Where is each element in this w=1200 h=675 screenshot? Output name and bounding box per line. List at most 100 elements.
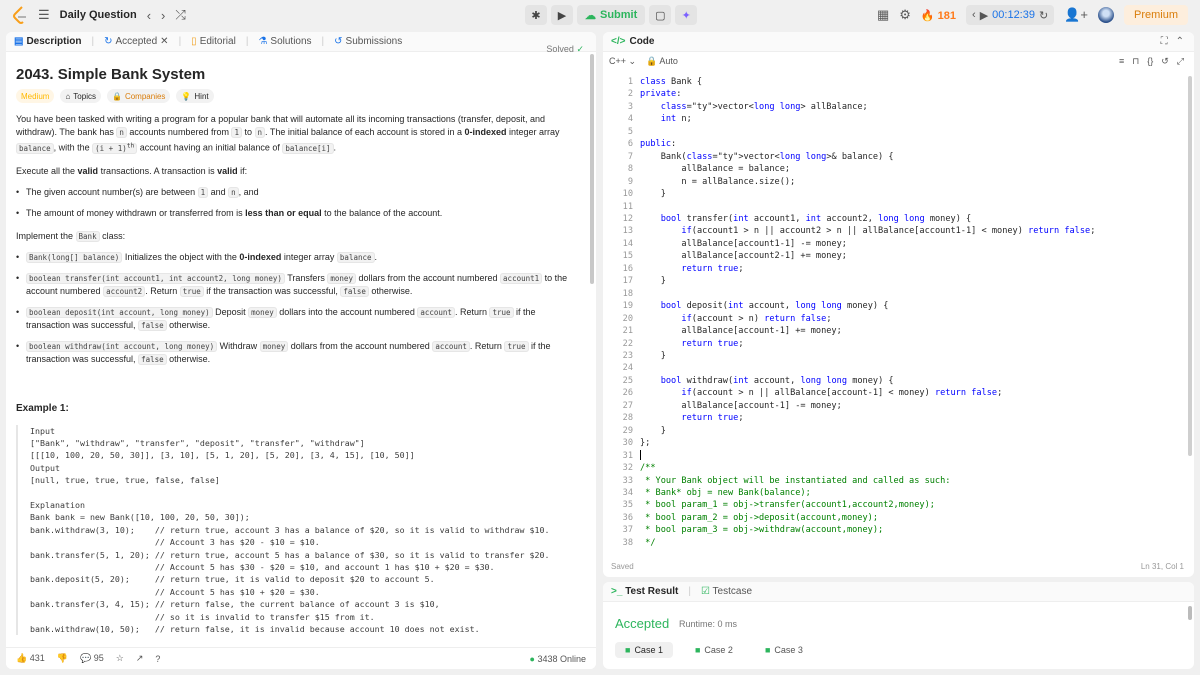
code-line[interactable]: allBalance[account2-1] += money; [640,250,1095,262]
code-line[interactable]: ​ [640,201,1095,213]
run-button[interactable]: ▶ [551,5,573,25]
debug-icon[interactable]: ✱ [525,5,547,25]
premium-button[interactable]: Premium [1123,5,1188,25]
code-line[interactable]: * bool param_3 = obj->withdraw(account,m… [640,524,1095,536]
code-line[interactable]: n = allBalance.size(); [640,176,1095,188]
code-line[interactable]: public: [640,138,1095,150]
tab-solutions[interactable]: ⚗ Solutions [258,36,311,47]
code-line[interactable]: private: [640,88,1095,100]
tab-test-result[interactable]: >_ Test Result [611,586,678,597]
reset-icon[interactable]: ↺ [1161,56,1169,67]
code-line[interactable]: } [640,350,1095,362]
test-scrollbar[interactable] [1188,606,1192,620]
braces-icon[interactable]: {} [1147,56,1153,67]
notes-icon[interactable]: ▢ [649,5,672,25]
code-line[interactable]: bool deposit(int account, long long mone… [640,300,1095,312]
problem-list-icon[interactable]: ☰ [38,7,50,23]
collapse-icon[interactable]: ⌃ [1176,36,1184,47]
format-icon[interactable]: ≡ [1119,56,1124,67]
chevron-down-icon: ⌄ [628,55,637,66]
bookmark-icon[interactable]: ⊓ [1132,56,1139,67]
tab-description[interactable]: ▤ Description [14,36,81,47]
fullscreen-icon[interactable]: ⤢ [1177,56,1184,67]
problem-description: 2043. Simple Bank System Medium ⌂ Topics … [16,60,582,636]
code-line[interactable]: * Your Bank object will be instantiated … [640,475,1095,487]
code-lines[interactable]: class Bank {private: class="ty">vector<l… [640,76,1095,549]
star-icon[interactable]: ☆ [116,653,124,664]
code-line[interactable]: */ [640,537,1095,549]
description-scrollbar[interactable] [590,54,594,284]
hint-tag[interactable]: 💡 Hint [176,89,214,103]
code-line[interactable]: * bool param_2 = obj->deposit(account,mo… [640,512,1095,524]
code-line[interactable] [640,450,1095,462]
code-line[interactable]: ​ [640,126,1095,138]
tab-accepted[interactable]: ↻ Accepted ✕ [104,36,168,47]
timer-play-icon[interactable]: ▶ [980,9,988,22]
problem-title[interactable]: 2043. Simple Bank System [16,67,582,82]
code-line[interactable]: ​ [640,362,1095,374]
share-icon[interactable]: ↗ [136,653,144,664]
layout-icon[interactable]: ▦ [877,7,889,23]
dislike-icon[interactable]: 👎 [57,653,68,664]
timer-reset-icon[interactable]: ↻ [1039,9,1048,22]
leetcode-logo-icon[interactable] [12,6,28,24]
case-tab-1[interactable]: ■ Case 1 [615,642,673,658]
companies-tag[interactable]: 🔒 Companies [106,89,171,103]
left-tabs: ▤ Description | ↻ Accepted ✕ | ▯ Editorial |… [6,32,596,52]
code-line[interactable]: bool transfer(int account1, int account2… [640,213,1095,225]
avatar[interactable] [1097,7,1114,23]
ai-sparkle-icon[interactable]: ✦ [675,5,698,25]
close-tab-icon[interactable]: ✕ [160,36,168,47]
tab-submissions[interactable]: ↺ Submissions [334,36,402,47]
line-number: 37 [622,525,633,536]
code-line[interactable]: int n; [640,113,1095,125]
code-line[interactable]: if(account1 > n || account2 > n || allBa… [640,225,1095,237]
code-line[interactable]: }; [640,437,1095,449]
line-number: 36 [622,512,633,523]
streak-counter[interactable]: 🔥 181 [921,9,956,22]
timer-collapse-icon[interactable]: ‹ [972,9,976,21]
case-tab-3[interactable]: ■ Case 3 [755,642,813,658]
auto-mode[interactable]: 🔒 Auto [646,56,678,67]
code-line[interactable]: Bank(class="ty">vector<long long>& balan… [640,151,1095,163]
code-line[interactable]: if(account > n || allBalance[account-1] … [640,387,1095,399]
code-line[interactable]: return true; [640,263,1095,275]
code-line[interactable]: class="ty">vector<long long> allBalance; [640,101,1095,113]
code-line[interactable]: return true; [640,412,1095,424]
like-button[interactable]: 👍 431 [16,653,45,664]
case-tab-2[interactable]: ■ Case 2 [685,642,743,658]
code-line[interactable]: return true; [640,338,1095,350]
code-line[interactable]: allBalance[account-1] += money; [640,325,1095,337]
code-line[interactable]: /** [640,462,1095,474]
code-line[interactable]: bool withdraw(int account, long long mon… [640,375,1095,387]
prev-problem-icon[interactable]: ‹ [147,8,151,23]
daily-question-title[interactable]: Daily Question [60,9,137,21]
code-line[interactable]: * bool param_1 = obj->transfer(account1,… [640,499,1095,511]
help-icon[interactable]: ? [155,654,160,664]
topics-tag[interactable]: ⌂ Topics [60,89,101,103]
code-line[interactable]: allBalance[account1-1] -= money; [640,238,1095,250]
timer[interactable]: ‹ ▶ 00:12:39 ↻ [966,5,1055,25]
editor-scrollbar[interactable] [1188,76,1192,456]
code-line[interactable]: * Bank* obj = new Bank(balance); [640,487,1095,499]
code-editor[interactable]: 1 2 3 4 5 6 7 8 9 10 11 12 13 14 15 16 17 18 19 20 21 22 23 24 2… [603,76,1194,556]
code-line[interactable]: allBalance = balance; [640,163,1095,175]
code-line[interactable]: ​ [640,288,1095,300]
code-line[interactable]: } [640,275,1095,287]
line-number: 15 [622,251,633,262]
shuffle-icon[interactable]: ⤮ [175,7,185,23]
maximize-icon[interactable]: ⛶ [1161,36,1168,47]
code-line[interactable]: } [640,188,1095,200]
code-line[interactable]: allBalance[account-1] -= money; [640,400,1095,412]
next-problem-icon[interactable]: › [161,8,165,23]
comments-button[interactable]: 💬 95 [80,653,104,664]
tab-testcase[interactable]: ☑ Testcase [701,586,752,597]
language-select[interactable]: C++ ⌄ [609,56,636,67]
settings-gear-icon[interactable]: ⚙ [899,7,911,23]
code-line[interactable]: } [640,425,1095,437]
add-friend-icon[interactable]: 👤+ [1064,7,1088,23]
code-line[interactable]: if(account > n) return false; [640,313,1095,325]
code-line[interactable]: class Bank { [640,76,1095,88]
submit-button[interactable]: ☁ Submit [577,5,646,25]
tab-editorial[interactable]: ▯ Editorial [191,36,236,47]
